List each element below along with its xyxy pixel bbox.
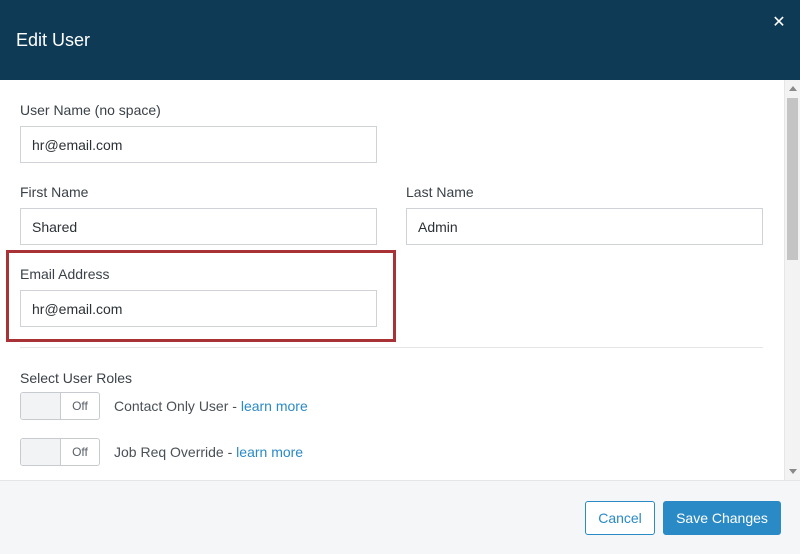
job-req-override-toggle[interactable]: Off [20,438,100,466]
save-changes-button[interactable]: Save Changes [663,501,781,535]
dialog-body: User Name (no space) First Name Last Nam… [0,80,784,480]
last-name-field[interactable] [406,208,763,245]
learn-more-link[interactable]: learn more [241,398,308,414]
username-field[interactable] [20,126,377,163]
cancel-button[interactable]: Cancel [585,501,655,535]
toggle-state: Off [72,399,88,413]
first-name-label: First Name [20,184,89,200]
first-name-field[interactable] [20,208,377,245]
contact-only-toggle[interactable]: Off [20,392,100,420]
vertical-scrollbar[interactable] [784,80,800,480]
toggle-knob [21,439,61,465]
learn-more-link[interactable]: learn more [236,444,303,460]
scroll-up-icon[interactable] [789,86,797,91]
close-icon[interactable]: ✕ [768,12,790,34]
last-name-label: Last Name [406,184,474,200]
scrollbar-thumb[interactable] [787,98,798,260]
email-label: Email Address [20,266,110,282]
role-name: Job Req Override [114,444,224,460]
role-separator: - [223,444,237,460]
roles-heading: Select User Roles [20,370,133,386]
role-item-job-req-override: Job Req Override - learn more [114,444,303,460]
role-item-contact-only: Contact Only User - learn more [114,398,308,414]
role-separator: - [228,398,241,414]
scroll-down-icon[interactable] [789,469,797,474]
toggle-state: Off [72,445,88,459]
role-name: Contact Only User [114,398,229,414]
toggle-knob [21,393,61,419]
email-field[interactable] [20,290,377,327]
username-label: User Name (no space) [20,102,161,118]
section-divider [20,347,763,348]
dialog-header: Edit User ✕ [0,0,800,80]
dialog-title: Edit User [16,30,91,50]
dialog-footer: Cancel Save Changes [0,480,800,554]
